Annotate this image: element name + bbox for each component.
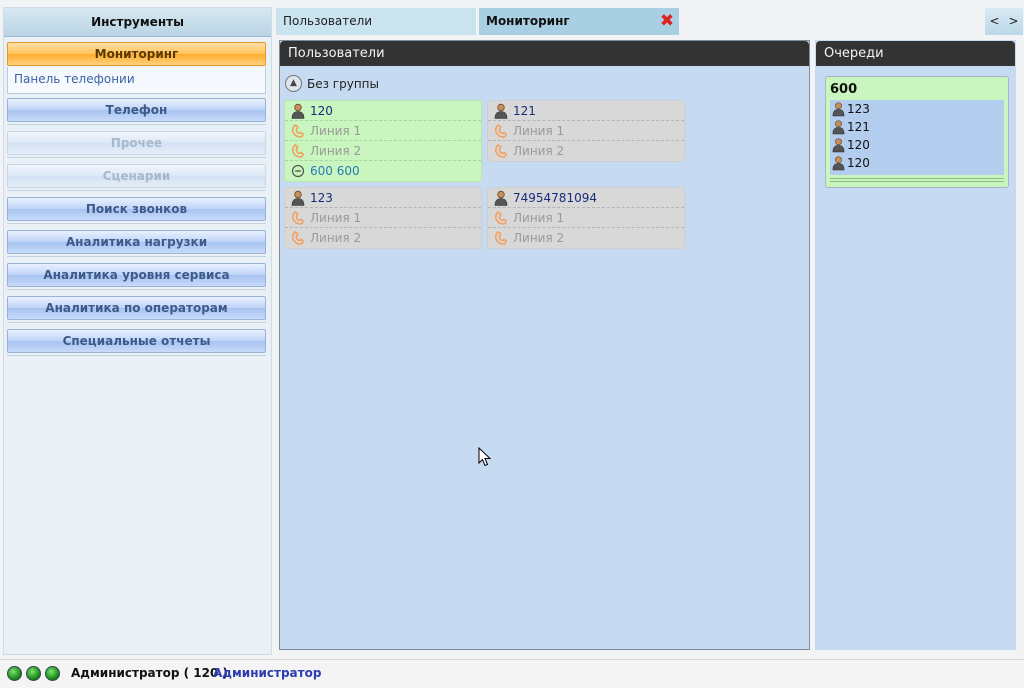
close-icon[interactable]: ✖ xyxy=(659,13,675,30)
list-item[interactable]: 120 xyxy=(830,154,1004,172)
queue-divider xyxy=(830,178,1004,179)
line-label: Линия 2 xyxy=(310,231,362,245)
tab-monitoring[interactable]: Мониторинг ✖ xyxy=(479,8,679,35)
queue-row: 600 600 xyxy=(285,161,481,181)
user-number: 121 xyxy=(513,104,536,118)
phone-handset-icon xyxy=(494,230,507,245)
queues-panel-title: Очереди xyxy=(816,41,1015,66)
user-row: 121 xyxy=(488,101,684,121)
queue-member: 121 xyxy=(847,120,870,134)
line-label: Линия 1 xyxy=(513,124,565,138)
sidebar-item-service-level-analytics[interactable]: Аналитика уровня сервиса xyxy=(7,263,266,290)
sidebar-item-monitoring[interactable]: Мониторинг xyxy=(7,42,266,69)
line-row: Линия 2 xyxy=(285,141,481,161)
sidebar-item-phone[interactable]: Телефон xyxy=(7,98,266,125)
queues-panel: Очереди 600 123 121 120 120 xyxy=(815,40,1016,650)
collapse-chevron-up-icon[interactable]: ▲ xyxy=(285,75,302,92)
phone-handset-icon xyxy=(494,210,507,225)
status-led-icon xyxy=(7,666,22,681)
user-icon xyxy=(494,190,508,206)
line-row: Линия 1 xyxy=(488,208,684,228)
list-item[interactable]: 123 xyxy=(830,100,1004,118)
queue-membership: 600 600 xyxy=(310,164,360,178)
line-label: Линия 1 xyxy=(310,124,362,138)
queue-member: 120 xyxy=(847,156,870,170)
queue-name: 600 xyxy=(830,82,858,97)
list-item[interactable]: 121 xyxy=(830,118,1004,136)
user-row: 74954781094 xyxy=(488,188,684,208)
user-card-121[interactable]: 121 Линия 1 Линия 2 xyxy=(487,100,685,162)
tab-scroll-buttons: < > xyxy=(985,8,1023,35)
phone-handset-icon xyxy=(291,123,304,138)
status-bar: Администратор ( 120 ) Администратор xyxy=(0,659,1024,688)
phone-handset-icon xyxy=(291,143,304,158)
sidebar-item-call-search[interactable]: Поиск звонков xyxy=(7,197,266,224)
user-number: 74954781094 xyxy=(513,191,597,205)
line-row: Линия 2 xyxy=(488,228,684,248)
tab-users[interactable]: Пользователи xyxy=(276,8,476,35)
user-icon xyxy=(832,138,845,153)
queue-member: 120 xyxy=(847,138,870,152)
user-card-123[interactable]: 123 Линия 1 Линия 2 xyxy=(284,187,482,249)
line-label: Линия 2 xyxy=(310,144,362,158)
phone-handset-icon xyxy=(494,143,507,158)
status-user: Администратор ( 120 ) xyxy=(71,666,228,680)
phone-handset-icon xyxy=(291,230,304,245)
line-label: Линия 2 xyxy=(513,144,565,158)
sidebar-item-operator-analytics[interactable]: Аналитика по операторам xyxy=(7,296,266,323)
line-row: Линия 1 xyxy=(488,121,684,141)
list-item[interactable]: 120 xyxy=(830,136,1004,154)
tab-users-label: Пользователи xyxy=(283,14,373,28)
minus-circle-icon xyxy=(291,164,305,178)
tools-sidebar: Инструменты Мониторинг Панель телефонии … xyxy=(3,7,272,655)
user-icon xyxy=(832,156,845,171)
app-window: Инструменты Мониторинг Панель телефонии … xyxy=(0,0,1024,688)
sidebar-title: Инструменты xyxy=(4,8,271,37)
user-card-120[interactable]: 120 Линия 1 Линия 2 600 600 xyxy=(284,100,482,182)
user-row: 120 xyxy=(285,101,481,121)
queue-card-600[interactable]: 600 123 121 120 120 xyxy=(825,76,1009,188)
line-row: Линия 1 xyxy=(285,121,481,141)
status-role-link[interactable]: Администратор xyxy=(213,666,321,680)
sidebar-item-other[interactable]: Прочее xyxy=(7,131,266,158)
users-panel-title: Пользователи xyxy=(280,41,809,66)
user-icon xyxy=(832,102,845,117)
monitoring-subpanel: Панель телефонии xyxy=(7,67,266,94)
line-row: Линия 2 xyxy=(285,228,481,248)
queue-member-list: 123 121 120 120 xyxy=(830,100,1004,175)
status-led-icon xyxy=(45,666,60,681)
user-icon xyxy=(291,190,305,206)
user-card-74954781094[interactable]: 74954781094 Линия 1 Линия 2 xyxy=(487,187,685,249)
sidebar-subitem-telephony-panel[interactable]: Панель телефонии xyxy=(14,72,135,86)
group-label: Без группы xyxy=(307,77,379,91)
users-panel: Пользователи ▲ Без группы 120 Линия 1 Ли… xyxy=(279,40,810,650)
tab-scroll-right-button[interactable]: > xyxy=(1004,8,1023,35)
line-label: Линия 2 xyxy=(513,231,565,245)
user-icon xyxy=(494,103,508,119)
queue-divider xyxy=(830,181,1004,182)
queue-member: 123 xyxy=(847,102,870,116)
user-icon xyxy=(291,103,305,119)
user-number: 123 xyxy=(310,191,333,205)
phone-handset-icon xyxy=(494,123,507,138)
tab-scroll-left-button[interactable]: < xyxy=(985,8,1004,35)
line-label: Линия 1 xyxy=(513,211,565,225)
user-row: 123 xyxy=(285,188,481,208)
phone-handset-icon xyxy=(291,210,304,225)
user-number: 120 xyxy=(310,104,333,118)
tab-monitoring-label: Мониторинг xyxy=(486,14,570,28)
sidebar-item-special-reports[interactable]: Специальные отчеты xyxy=(7,329,266,356)
sidebar-item-scenarios[interactable]: Сценарии xyxy=(7,164,266,191)
mouse-pointer-icon xyxy=(478,447,492,467)
line-row: Линия 2 xyxy=(488,141,684,161)
line-row: Линия 1 xyxy=(285,208,481,228)
line-label: Линия 1 xyxy=(310,211,362,225)
user-icon xyxy=(832,120,845,135)
sidebar-item-load-analytics[interactable]: Аналитика нагрузки xyxy=(7,230,266,257)
status-led-icon xyxy=(26,666,41,681)
